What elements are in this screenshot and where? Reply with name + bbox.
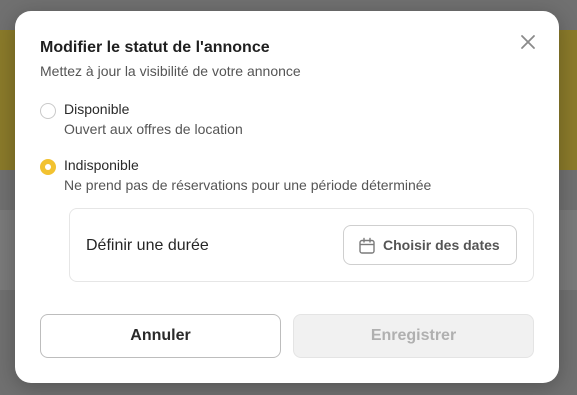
option-label: Indisponible xyxy=(64,157,139,173)
radio-unavailable[interactable] xyxy=(40,159,56,175)
status-modal: Modifier le statut de l'annonce Mettez à… xyxy=(15,11,559,383)
option-description: Ouvert aux offres de location xyxy=(64,121,243,137)
option-description: Ne prend pas de réservations pour une pé… xyxy=(64,177,432,193)
choose-dates-label: Choisir des dates xyxy=(383,237,500,253)
radio-available[interactable] xyxy=(40,103,56,119)
close-icon xyxy=(521,35,535,49)
modal-title: Modifier le statut de l'annonce xyxy=(40,39,270,56)
option-label: Disponible xyxy=(64,101,130,117)
calendar-icon xyxy=(359,237,375,254)
cancel-button[interactable]: Annuler xyxy=(40,314,281,358)
background-band-right xyxy=(557,210,577,290)
background-banner-right xyxy=(557,30,577,170)
duration-label: Définir une durée xyxy=(86,237,209,254)
close-button[interactable] xyxy=(519,33,537,51)
save-button[interactable]: Enregistrer xyxy=(293,314,534,358)
modal-subtitle: Mettez à jour la visibilité de votre ann… xyxy=(40,63,301,79)
choose-dates-button[interactable]: Choisir des dates xyxy=(343,225,517,265)
duration-section: Définir une durée Choisir des dates xyxy=(69,208,534,282)
